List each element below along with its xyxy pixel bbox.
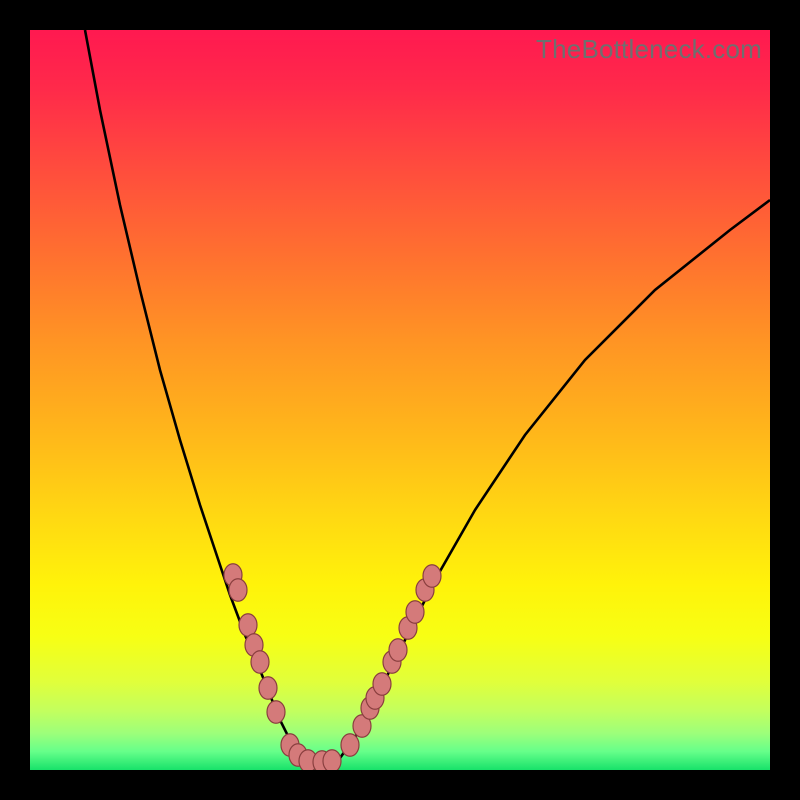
bottleneck-curve — [85, 30, 770, 762]
data-marker — [267, 701, 285, 724]
data-marker — [229, 579, 247, 602]
data-marker — [239, 614, 257, 637]
data-marker — [423, 565, 441, 588]
marker-group — [224, 564, 441, 770]
chart-frame: TheBottleneck.com — [0, 0, 800, 800]
data-marker — [251, 651, 269, 674]
data-marker — [323, 750, 341, 770]
plot-area: TheBottleneck.com — [30, 30, 770, 770]
data-marker — [341, 734, 359, 757]
watermark-text: TheBottleneck.com — [536, 34, 762, 65]
data-marker — [389, 639, 407, 662]
data-marker — [259, 677, 277, 700]
data-marker — [373, 673, 391, 696]
data-marker — [406, 601, 424, 624]
curve-layer — [30, 30, 770, 770]
